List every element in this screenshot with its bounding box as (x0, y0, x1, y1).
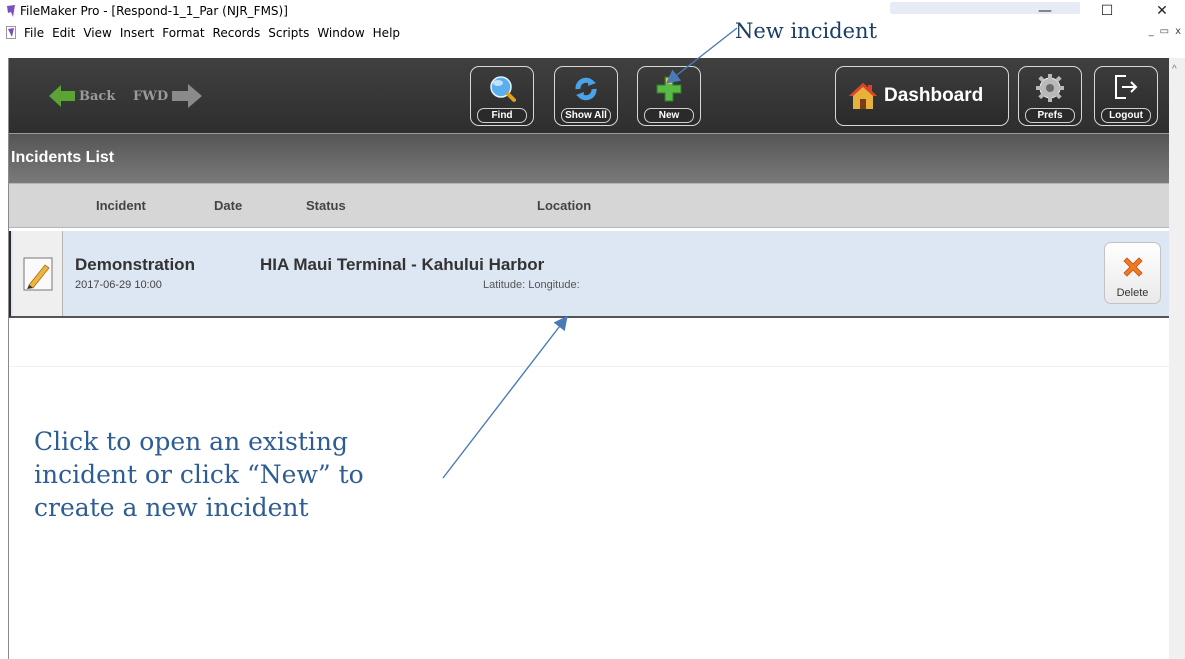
incident-coordinates: Latitude: Longitude: (483, 279, 580, 291)
house-icon (849, 83, 877, 109)
column-header-status[interactable]: Status (306, 198, 346, 213)
column-header-incident[interactable]: Incident (96, 198, 146, 213)
annotation-line-1: Click to open an existing (34, 427, 348, 456)
screen: FileMaker Pro - [Respond-1_1_Par (NJR_FM… (0, 0, 1185, 659)
refresh-icon (575, 77, 597, 101)
toolbar: Back FWD Find Show All New Dashboard Pre… (9, 58, 1170, 133)
logout-button[interactable]: Logout (1094, 66, 1158, 126)
menu-scripts[interactable]: Scripts (264, 25, 313, 41)
back-label: Back (79, 88, 116, 104)
x-icon (1123, 257, 1143, 277)
gray-arrow-right-icon (172, 84, 203, 108)
find-button[interactable]: Find (470, 66, 534, 126)
doc-restore-button[interactable]: ▭ (1160, 26, 1169, 37)
delete-label: Delete (1116, 287, 1149, 299)
show-all-label: Show All (561, 108, 611, 123)
green-plus-icon (656, 76, 682, 102)
doc-close-button[interactable]: x (1175, 26, 1181, 37)
window-title: FileMaker Pro - [Respond-1_1_Par (NJR_FM… (20, 4, 288, 18)
menu-file[interactable]: File (20, 25, 48, 41)
menu-records[interactable]: Records (209, 25, 265, 41)
new-label: New (644, 108, 694, 123)
delete-button[interactable]: Delete (1104, 242, 1161, 304)
incident-datetime: 2017-06-29 10:00 (75, 279, 162, 291)
layout-area: Back FWD Find Show All New Dashboard Pre… (8, 58, 1170, 659)
back-button[interactable]: Back (49, 78, 115, 114)
show-all-button[interactable]: Show All (554, 66, 618, 126)
prefs-button[interactable]: Prefs (1018, 66, 1082, 126)
menu-items: File Edit View Insert Format Records Scr… (20, 25, 404, 41)
incident-name: Demonstration (75, 255, 195, 274)
menu-help[interactable]: Help (369, 25, 404, 41)
menu-view[interactable]: View (79, 25, 115, 41)
minimize-button[interactable]: — (1022, 0, 1068, 22)
page-title: Incidents List (11, 149, 115, 166)
logout-icon (1115, 75, 1138, 99)
dashboard-label: Dashboard (884, 85, 984, 106)
scroll-up-icon[interactable]: ^ (1172, 64, 1177, 75)
menu-edit[interactable]: Edit (48, 25, 79, 41)
new-button[interactable]: New (637, 66, 701, 126)
incident-location: HIA Maui Terminal - Kahului Harbor (260, 255, 545, 274)
layout-title-band: Incidents List (9, 133, 1170, 183)
annotation-line-2: incident or click “New” to (34, 460, 364, 489)
green-arrow-left-icon (49, 85, 75, 107)
menu-bar: File Edit View Insert Format Records Scr… (0, 22, 1185, 44)
column-header-row: Incident Date Status Location (9, 183, 1170, 228)
dashboard-button[interactable]: Dashboard (835, 66, 1009, 126)
vertical-scrollbar[interactable]: ^ (1169, 58, 1185, 659)
menu-window[interactable]: Window (313, 25, 368, 41)
magnifier-icon (490, 76, 516, 102)
doc-minimize-button[interactable]: _ (1149, 26, 1154, 37)
pencil-icon (23, 257, 53, 291)
logout-label: Logout (1101, 108, 1151, 123)
document-window-controls: _ ▭ x (1149, 26, 1181, 37)
column-header-location[interactable]: Location (537, 198, 591, 213)
find-label: Find (477, 108, 527, 123)
maximize-button[interactable]: ☐ (1084, 0, 1130, 22)
forward-button[interactable]: FWD (133, 78, 203, 114)
fwd-label: FWD (133, 88, 169, 104)
prefs-label: Prefs (1025, 108, 1075, 123)
document-icon (6, 26, 16, 39)
menu-insert[interactable]: Insert (116, 25, 158, 41)
row-separator (9, 366, 1170, 367)
edit-record-button[interactable] (13, 231, 63, 316)
close-button[interactable]: ✕ (1139, 0, 1185, 22)
filemaker-app-icon (7, 5, 15, 17)
incident-row[interactable]: Demonstration 2017-06-29 10:00 HIA Maui … (9, 231, 1170, 318)
window-title-bar: FileMaker Pro - [Respond-1_1_Par (NJR_FM… (0, 0, 1185, 22)
column-header-date[interactable]: Date (214, 198, 242, 213)
gear-icon (1036, 74, 1064, 102)
annotation-line-3: create a new incident (34, 493, 309, 522)
annotation-instructions: Click to open an existing incident or cl… (34, 425, 414, 524)
menu-format[interactable]: Format (158, 25, 208, 41)
annotation-new-incident: New incident (735, 19, 878, 43)
